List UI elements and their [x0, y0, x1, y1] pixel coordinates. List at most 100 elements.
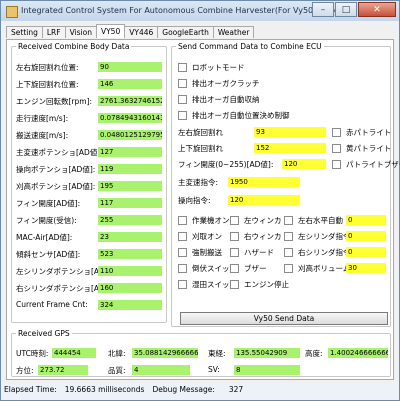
debug-message-value: 327: [228, 384, 244, 394]
tab-vision[interactable]: Vision: [64, 26, 97, 38]
checkbox-label: 右ウィンカ: [244, 232, 282, 241]
tab-lrf[interactable]: LRF: [41, 26, 66, 38]
checkbox-box[interactable]: [178, 79, 187, 88]
auto-level-checkbox[interactable]: 左右水平自動: [284, 215, 343, 226]
row-value: 110: [98, 266, 162, 276]
received-gps-legend: Received GPS: [18, 329, 70, 338]
checkbox-box[interactable]: [178, 216, 187, 225]
checkbox-box[interactable]: [230, 216, 239, 225]
checkbox-box[interactable]: [230, 248, 239, 257]
checkbox-label: 排出オーガクラッチ: [192, 79, 260, 88]
main-shift-input[interactable]: 1950: [228, 177, 300, 187]
checkbox-box[interactable]: [178, 264, 187, 273]
checkbox-label: 黄パトライト: [346, 144, 392, 153]
checkbox-box[interactable]: [284, 248, 293, 257]
fin-opening-input[interactable]: 120: [282, 159, 326, 169]
lr-turn-input[interactable]: 93: [254, 127, 326, 137]
row-value: 90: [98, 62, 162, 72]
left-blinker-checkbox[interactable]: 左ウィンカ: [230, 215, 282, 226]
checkbox-box[interactable]: [178, 63, 187, 72]
checkbox-box[interactable]: [284, 264, 293, 273]
yellow-patlite-checkbox[interactable]: 黄パトライト: [332, 143, 391, 154]
checkbox-label: パトライトブザー: [346, 160, 400, 169]
left-cylinder-checkbox[interactable]: 左シリンダ指令: [284, 231, 351, 242]
checkbox-label: 左右水平自動: [298, 216, 343, 225]
field-label: 上下旋回割れ: [178, 144, 223, 153]
tab-weather[interactable]: Weather: [212, 26, 255, 38]
lodging-switch-checkbox[interactable]: 倒伏スイッチ: [178, 263, 237, 274]
cut-height-checkbox[interactable]: 刈高ボリューム: [284, 263, 350, 274]
checkbox-box[interactable]: [332, 144, 341, 153]
checkbox-label: エンジン停止: [244, 280, 289, 289]
tab-setting[interactable]: Setting: [6, 26, 43, 38]
auto-level-input[interactable]: 0: [346, 215, 386, 225]
forced-transport-checkbox[interactable]: 強制搬送: [178, 247, 222, 258]
checkbox-box[interactable]: [178, 95, 187, 104]
gps-label: 品質:: [108, 366, 126, 375]
minimize-icon[interactable]: –: [312, 2, 334, 17]
red-patlite-checkbox[interactable]: 赤パトライト: [332, 127, 391, 138]
wet-field-switch-checkbox[interactable]: 湿田スイッチ: [178, 279, 237, 290]
reaping-checkbox[interactable]: 刈取オン: [178, 231, 222, 242]
row-label: 刈高ポテンショ[AD値]:: [16, 182, 96, 191]
app-window: Integrated Control System For Autonomous…: [0, 0, 400, 401]
checkbox-label: 強制搬送: [192, 248, 222, 257]
row-value: 127: [98, 147, 162, 157]
window-title: Integrated Control System For Autonomous…: [21, 6, 347, 15]
checkbox-box[interactable]: [178, 111, 187, 120]
row-value: 146: [98, 79, 162, 89]
left-cylinder-input[interactable]: 0: [346, 231, 386, 241]
right-cylinder-input[interactable]: 0: [346, 247, 386, 257]
checkbox-box[interactable]: [230, 232, 239, 241]
close-icon[interactable]: ✕: [358, 2, 396, 17]
row-value: 119: [98, 164, 162, 174]
cut-height-input[interactable]: 30: [346, 263, 386, 273]
client-area: Setting LRF Vision VY50 VY446 GoogleEart…: [4, 21, 400, 384]
field-label: フィン開度(0~255)[AD値]:: [178, 160, 274, 169]
checkbox-label: 左ウィンカ: [244, 216, 282, 225]
row-label: フィン開度[AD値]:: [16, 199, 81, 208]
tab-vy50[interactable]: VY50: [95, 24, 126, 38]
checkbox-box[interactable]: [230, 264, 239, 273]
checkbox-box[interactable]: [178, 248, 187, 257]
checkbox-label: 排出オーガ自動収納: [192, 95, 260, 104]
checkbox-box[interactable]: [332, 128, 341, 137]
window-controls: – □ ✕: [312, 2, 396, 17]
send-command-legend: Send Command Data to Combine ECU: [178, 42, 322, 51]
row-label: MAC-Air[AD値]:: [16, 233, 73, 242]
maximize-icon[interactable]: □: [335, 2, 357, 17]
auger-position-checkbox[interactable]: 排出オーガ自動位置決め制御: [178, 110, 290, 121]
checkbox-box[interactable]: [284, 216, 293, 225]
checkbox-label: 刈高ボリューム: [298, 264, 351, 273]
ud-turn-input[interactable]: 152: [254, 143, 326, 153]
auger-stow-checkbox[interactable]: 排出オーガ自動収納: [178, 94, 260, 105]
robot-mode-checkbox[interactable]: ロボットモード: [178, 62, 245, 73]
received-gps-group: Received GPS UTC時刻: 444454 北緯: 35.088142…: [11, 329, 391, 377]
quality-value: 4: [132, 365, 190, 375]
steering-input[interactable]: 120: [228, 195, 300, 205]
work-machine-checkbox[interactable]: 作業機オン: [178, 215, 230, 226]
checkbox-box[interactable]: [230, 280, 239, 289]
patlite-buzzer-checkbox[interactable]: パトライトブザー: [332, 159, 400, 170]
hazard-checkbox[interactable]: ハザード: [230, 247, 274, 258]
tab-vy446[interactable]: VY446: [124, 26, 159, 38]
row-value: 255: [98, 215, 162, 225]
checkbox-box[interactable]: [178, 232, 187, 241]
right-cylinder-checkbox[interactable]: 右シリンダ指令: [284, 247, 351, 258]
row-label: 搬送速度[m/s]:: [16, 131, 69, 140]
row-label: 左右旋回割れ位置:: [16, 63, 79, 72]
checkbox-box[interactable]: [178, 280, 187, 289]
row-label: フィン開度(受信):: [16, 216, 77, 225]
checkbox-box[interactable]: [284, 232, 293, 241]
right-blinker-checkbox[interactable]: 右ウィンカ: [230, 231, 282, 242]
send-data-button[interactable]: Vy50 Send Data: [180, 312, 388, 325]
engine-stop-checkbox[interactable]: エンジン停止: [230, 279, 289, 290]
buzzer-checkbox[interactable]: ブザー: [230, 263, 267, 274]
row-label: 上下旋回割れ位置:: [16, 80, 79, 89]
checkbox-box[interactable]: [332, 160, 341, 169]
gps-label: 方位:: [16, 366, 34, 375]
tab-googleearth[interactable]: GoogleEarth: [157, 26, 214, 38]
elapsed-time-label: Elapsed Time:: [4, 384, 57, 394]
auger-clutch-checkbox[interactable]: 排出オーガクラッチ: [178, 78, 260, 89]
satellites-value: 8: [234, 365, 300, 375]
